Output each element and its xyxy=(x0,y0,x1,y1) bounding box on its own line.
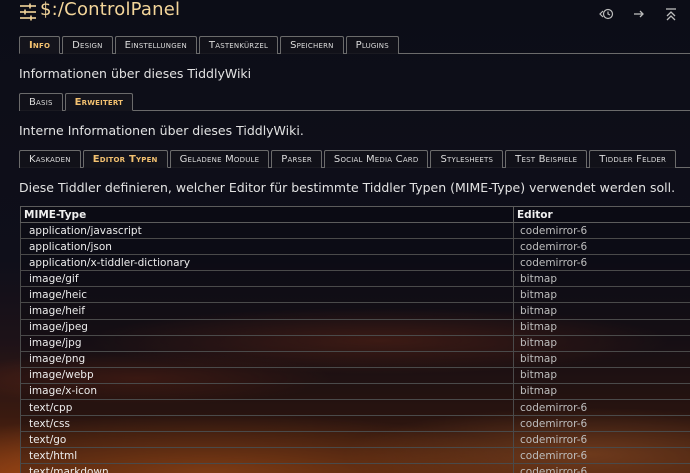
editor-cell: bitmap xyxy=(513,350,690,368)
tab-basics[interactable]: Basis xyxy=(19,93,63,111)
mime-type-cell[interactable]: text/cpp xyxy=(20,399,514,417)
table-row: image/jpg bitmap xyxy=(20,334,690,352)
table-row: image/heif bitmap xyxy=(20,302,690,320)
tab-settings[interactable]: Einstellungen xyxy=(114,36,197,54)
editor-cell: codemirror-6 xyxy=(513,238,690,256)
info-intro-text: Informationen über dieses TiddlyWiki xyxy=(19,66,252,81)
mime-type-cell[interactable]: text/markdown xyxy=(20,463,514,473)
permalink-icon[interactable] xyxy=(628,6,650,22)
close-others-icon[interactable] xyxy=(660,6,682,22)
table-row: image/webp bitmap xyxy=(20,366,690,384)
editor-cell: bitmap xyxy=(513,318,690,336)
tiddler-title: $:/ControlPanel xyxy=(40,0,181,20)
table-row: image/heic bitmap xyxy=(20,286,690,304)
table-row: image/png bitmap xyxy=(20,350,690,368)
tab-parsers[interactable]: Parser xyxy=(271,150,322,168)
tab-saving[interactable]: Speichern xyxy=(280,36,344,54)
table-row: application/x-tiddler-dictionary codemirr… xyxy=(20,254,690,272)
editor-cell: bitmap xyxy=(513,366,690,384)
mime-type-cell[interactable]: image/jpeg xyxy=(20,318,514,336)
tiddler-toolbar xyxy=(596,6,682,22)
table-row: image/x-icon bitmap xyxy=(20,382,690,401)
table-row: application/javascript codemirror-6 xyxy=(20,221,690,240)
table-row: image/jpeg bitmap xyxy=(20,318,690,336)
tab-stylesheets[interactable]: Stylesheets xyxy=(430,150,504,168)
history-icon[interactable] xyxy=(596,6,618,22)
mime-type-cell[interactable]: image/heif xyxy=(20,302,514,320)
editor-cell: bitmap xyxy=(513,382,690,401)
control-panel-tabs: Info Design Einstellungen Tastenkürzel S… xyxy=(19,36,690,54)
mime-type-cell[interactable]: application/x-tiddler-dictionary xyxy=(20,254,514,272)
editor-cell: codemirror-6 xyxy=(513,415,690,433)
tab-advanced[interactable]: Erweitert xyxy=(64,93,134,111)
editor-cell: codemirror-6 xyxy=(513,221,690,240)
mime-type-cell[interactable]: text/css xyxy=(20,415,514,433)
mime-type-cell[interactable]: image/jpg xyxy=(20,334,514,352)
mime-type-cell[interactable]: image/x-icon xyxy=(20,382,514,401)
mime-type-cell[interactable]: text/go xyxy=(20,431,514,449)
editor-cell: bitmap xyxy=(513,334,690,352)
table-row: application/json codemirror-6 xyxy=(20,238,690,256)
editor-header: Editor xyxy=(513,206,690,223)
editor-cell: codemirror-6 xyxy=(513,431,690,449)
table-row: image/gif bitmap xyxy=(20,270,690,288)
editor-cell: codemirror-6 xyxy=(513,463,690,473)
mime-type-cell[interactable]: image/png xyxy=(20,350,514,368)
mime-type-header: MIME-Type xyxy=(20,206,514,223)
editor-types-description: Diese Tiddler definieren, welcher Editor… xyxy=(19,180,676,195)
info-tabs: Basis Erweitert xyxy=(19,93,690,111)
editor-cell: codemirror-6 xyxy=(513,399,690,417)
control-panel-icon xyxy=(18,2,38,22)
table-row: text/css codemirror-6 xyxy=(20,415,690,433)
mime-type-cell[interactable]: text/html xyxy=(20,447,514,465)
editor-cell: bitmap xyxy=(513,270,690,288)
advanced-intro-text: Interne Informationen über dieses Tiddly… xyxy=(19,123,304,138)
tab-editor-types[interactable]: Editor Typen xyxy=(82,150,168,168)
mime-type-cell[interactable]: image/heic xyxy=(20,286,514,304)
tab-social-media-card[interactable]: Social Media Card xyxy=(323,150,429,168)
tab-plugins[interactable]: Plugins xyxy=(345,36,399,54)
advanced-tabs: Kaskaden Editor Typen Geladene Module Pa… xyxy=(19,150,690,168)
table-row: text/cpp codemirror-6 xyxy=(20,399,690,417)
tab-tiddler-fields[interactable]: Tiddler Felder xyxy=(589,150,677,168)
mime-type-cell[interactable]: application/javascript xyxy=(20,221,514,240)
tiddler-title-bar: $:/ControlPanel xyxy=(0,0,690,30)
editor-cell: codemirror-6 xyxy=(513,447,690,465)
tab-keyboard-shortcuts[interactable]: Tastenkürzel xyxy=(198,36,279,54)
mime-type-cell[interactable]: application/json xyxy=(20,238,514,256)
table-row: text/go codemirror-6 xyxy=(20,431,690,449)
tab-info[interactable]: Info xyxy=(19,36,61,54)
editor-cell: bitmap xyxy=(513,286,690,304)
table-header-row: MIME-Type Editor xyxy=(20,206,690,223)
editor-cell: codemirror-6 xyxy=(513,254,690,272)
table-row: text/markdown codemirror-6 xyxy=(20,463,690,473)
mime-type-cell[interactable]: image/gif xyxy=(20,270,514,288)
mime-type-cell[interactable]: image/webp xyxy=(20,366,514,384)
editor-types-table: MIME-Type Editor application/javascript c… xyxy=(20,206,690,473)
tab-cascades[interactable]: Kaskaden xyxy=(19,150,81,168)
tab-test-cases[interactable]: Test Beispiele xyxy=(505,150,588,168)
tab-loaded-modules[interactable]: Geladene Module xyxy=(169,150,270,168)
editor-cell: bitmap xyxy=(513,302,690,320)
tab-design[interactable]: Design xyxy=(62,36,113,54)
table-row: text/html codemirror-6 xyxy=(20,447,690,465)
